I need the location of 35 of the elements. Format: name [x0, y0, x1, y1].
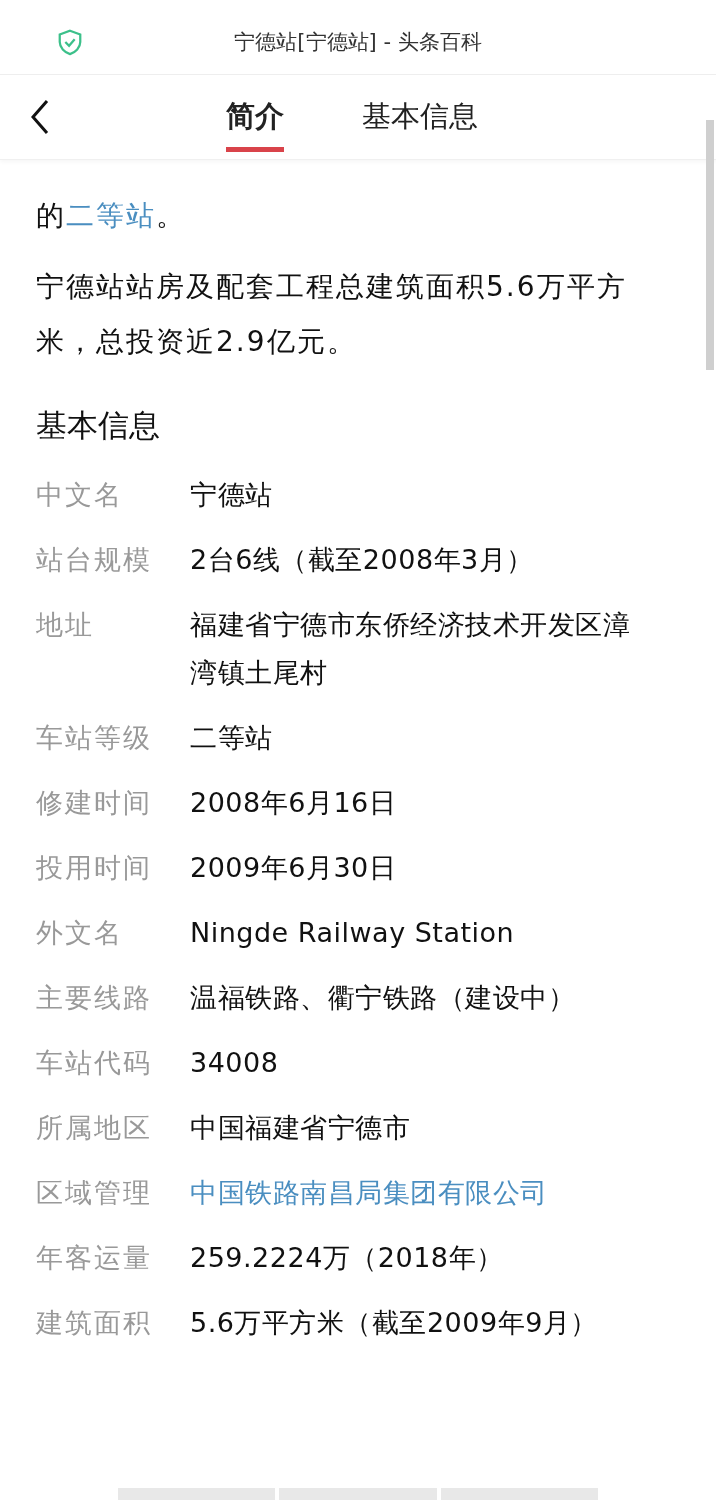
- field-label: 中文名: [36, 478, 124, 512]
- field-value: 5.6万平方米（截至2009年9月）: [190, 1306, 599, 1340]
- field-value: 中国福建省宁德市: [190, 1111, 411, 1145]
- field-label: 地址: [36, 608, 95, 642]
- field-label: 区域管理: [36, 1176, 153, 1210]
- field-label: 主要线路: [36, 981, 153, 1015]
- tab[interactable]: 基本信息: [362, 82, 478, 152]
- field-label: 建筑面积: [36, 1306, 153, 1340]
- field-label: 投用时间: [36, 851, 153, 885]
- field-value: 温福铁路、衢宁铁路（建设中）: [190, 981, 576, 1015]
- field-value: Ningde Railway Station: [190, 916, 516, 950]
- field-value: 34008: [190, 1046, 280, 1080]
- page-title: 宁德站[宁德站] - 头条百科: [233, 29, 483, 56]
- field-label: 站台规模: [36, 543, 153, 577]
- field-value: 福建省宁德市东侨经济技术开发区漳湾镇土尾村: [190, 608, 631, 690]
- field-label: 车站代码: [36, 1046, 153, 1080]
- field-value: 259.2224万（2018年）: [190, 1241, 505, 1275]
- field-value: 二等站: [190, 721, 274, 755]
- field-label: 车站等级: [36, 721, 153, 755]
- field-label: 年客运量: [36, 1241, 153, 1275]
- field-label: 修建时间: [36, 786, 153, 820]
- paragraph-text: 的二等站。: [36, 198, 187, 234]
- field-label: 外文名: [36, 916, 124, 950]
- field-label: 所属地区: [36, 1111, 153, 1145]
- tab[interactable]: 简介: [226, 82, 284, 152]
- field-value: 宁德站: [190, 478, 274, 512]
- field-value: 2009年6月30日: [190, 851, 398, 885]
- section-heading: 基本信息: [36, 406, 161, 445]
- shield-check-icon: [56, 28, 84, 56]
- field-value-link[interactable]: 中国铁路南昌局集团有限公司: [190, 1169, 640, 1217]
- field-value: 2008年6月16日: [190, 786, 398, 820]
- back-icon[interactable]: [30, 99, 50, 135]
- link[interactable]: 二等站: [66, 199, 156, 232]
- field-value: 2台6线（截至2008年3月）: [190, 543, 535, 577]
- paragraph-text: 宁德站站房及配套工程总建筑面积5.6万平方米，总投资近2.9亿元。: [36, 269, 628, 360]
